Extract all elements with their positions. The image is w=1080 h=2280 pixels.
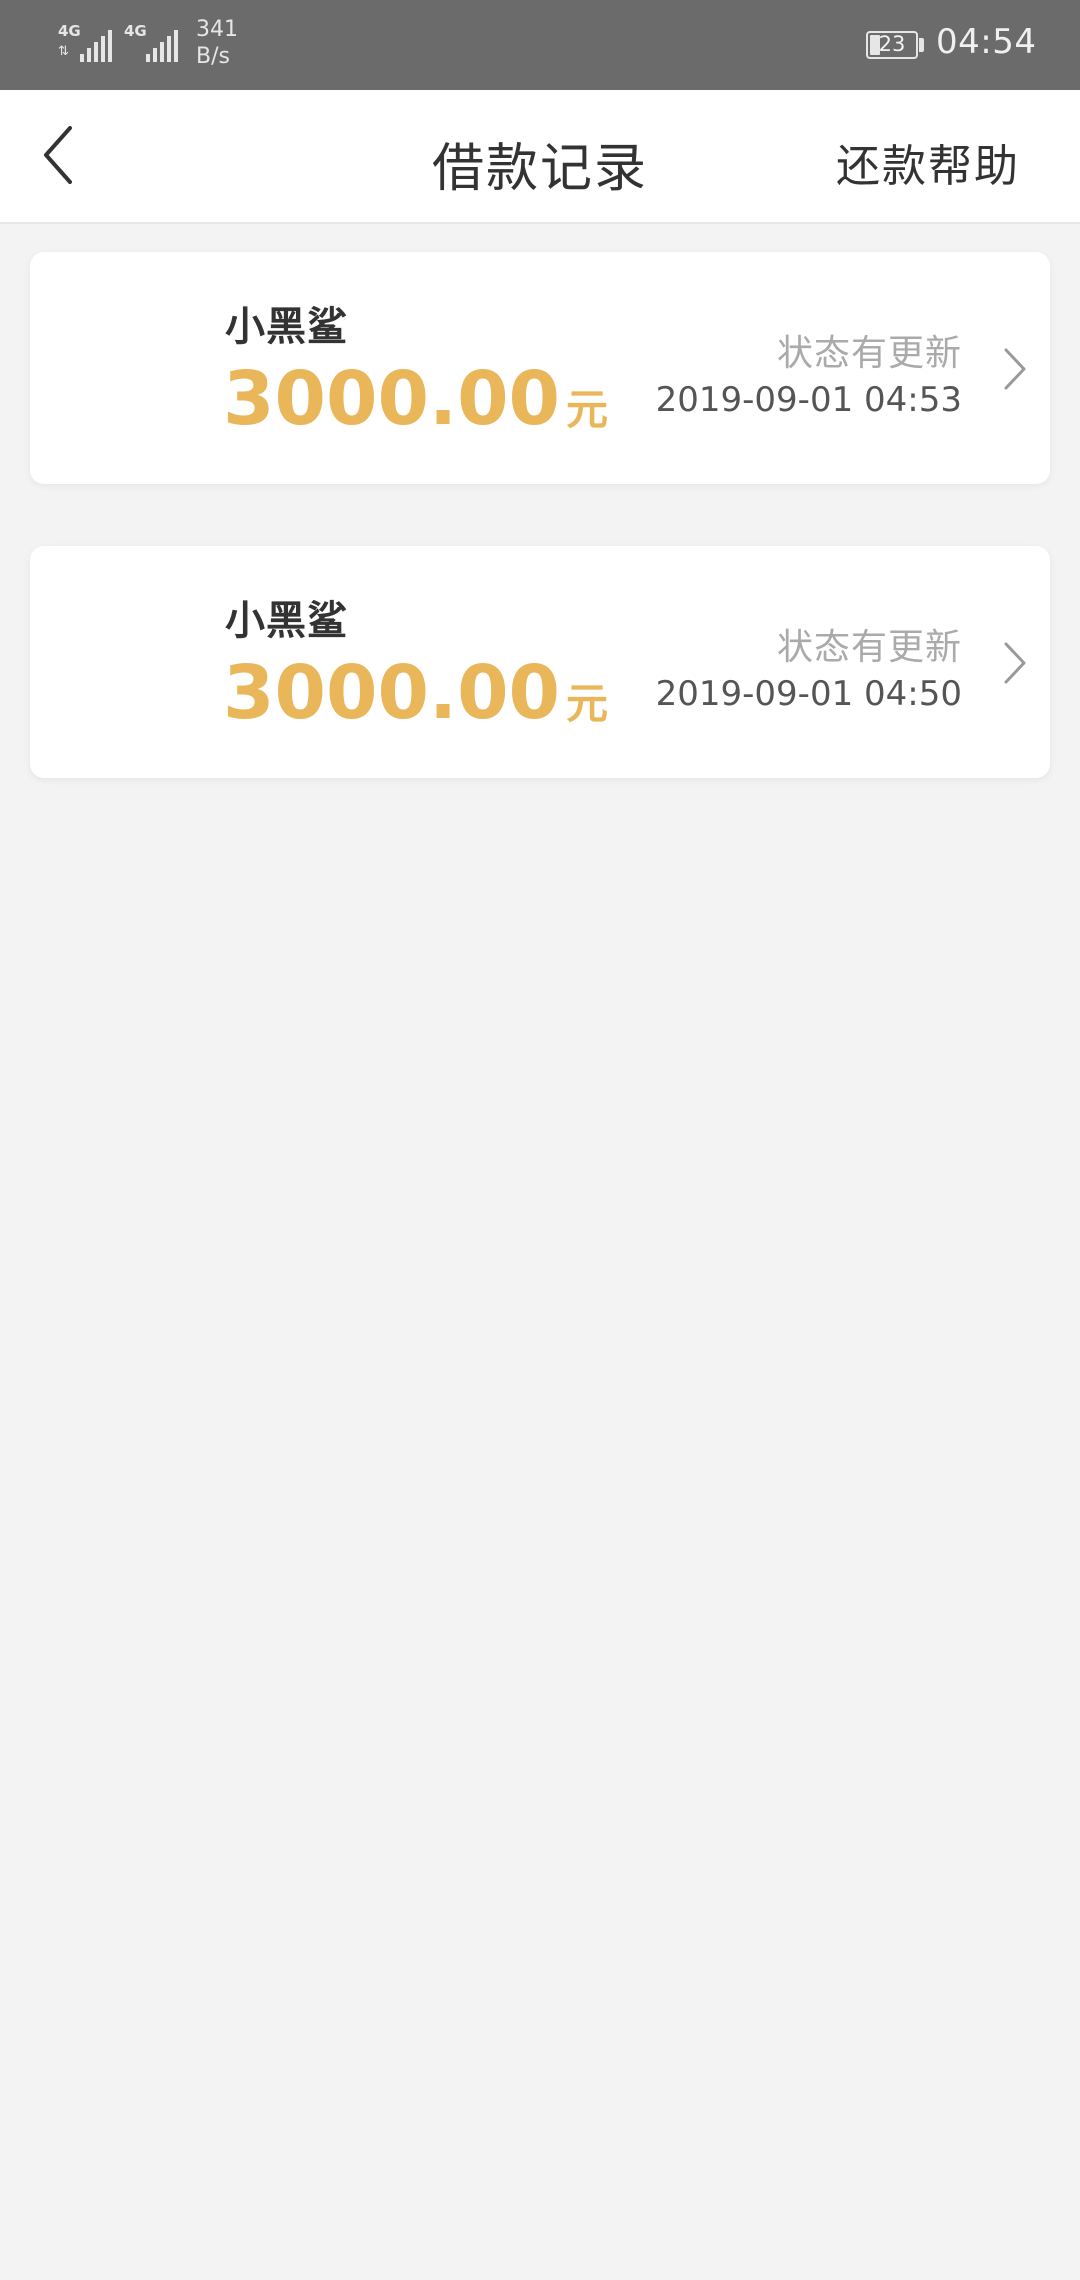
signal-icon: 4G ⇅	[58, 20, 116, 62]
record-datetime: 2019-09-01 04:53	[655, 380, 962, 420]
battery-icon: 23	[866, 31, 918, 59]
loan-record-card[interactable]: 小黑鲨 3000.00 元 状态有更新 2019-09-01 04:53	[30, 252, 1050, 484]
loan-amount: 3000.00 元	[223, 651, 608, 746]
loan-record-card[interactable]: 小黑鲨 3000.00 元 状态有更新 2019-09-01 04:50	[30, 546, 1050, 778]
network-speed-value: 341	[196, 17, 238, 42]
record-datetime: 2019-09-01 04:50	[655, 674, 962, 714]
chevron-right-icon	[1004, 642, 1026, 684]
currency-unit: 元	[566, 679, 609, 728]
loan-amount-value: 3000.00	[223, 356, 561, 442]
network-speed-unit: B/s	[196, 44, 230, 69]
lender-name: 小黑鲨	[225, 598, 348, 644]
chevron-right-icon	[1004, 348, 1026, 390]
battery-tip	[919, 38, 924, 52]
data-arrows-icon: ⇅	[58, 44, 69, 59]
status-text: 状态有更新	[776, 627, 962, 668]
loan-amount: 3000.00 元	[223, 357, 608, 452]
status-bar: 4G ⇅ 4G 341 B/s 23 04:54	[0, 0, 1080, 90]
repayment-help-link[interactable]: 还款帮助	[836, 130, 1020, 194]
network-type-2: 4G	[124, 22, 147, 40]
status-text: 状态有更新	[776, 333, 962, 374]
network-type-1: 4G	[58, 22, 81, 40]
currency-unit: 元	[566, 385, 609, 434]
signal-bars-2	[146, 30, 178, 62]
network-speed: 341 B/s	[196, 16, 238, 70]
signal-bars-1	[80, 30, 112, 62]
signal-icon: 4G	[124, 20, 182, 62]
loan-amount-value: 3000.00	[223, 650, 561, 736]
battery-level: 23	[878, 32, 906, 56]
app-header: 借款记录 还款帮助	[0, 90, 1080, 224]
lender-name: 小黑鲨	[225, 304, 348, 350]
status-time: 04:54	[936, 22, 1037, 62]
